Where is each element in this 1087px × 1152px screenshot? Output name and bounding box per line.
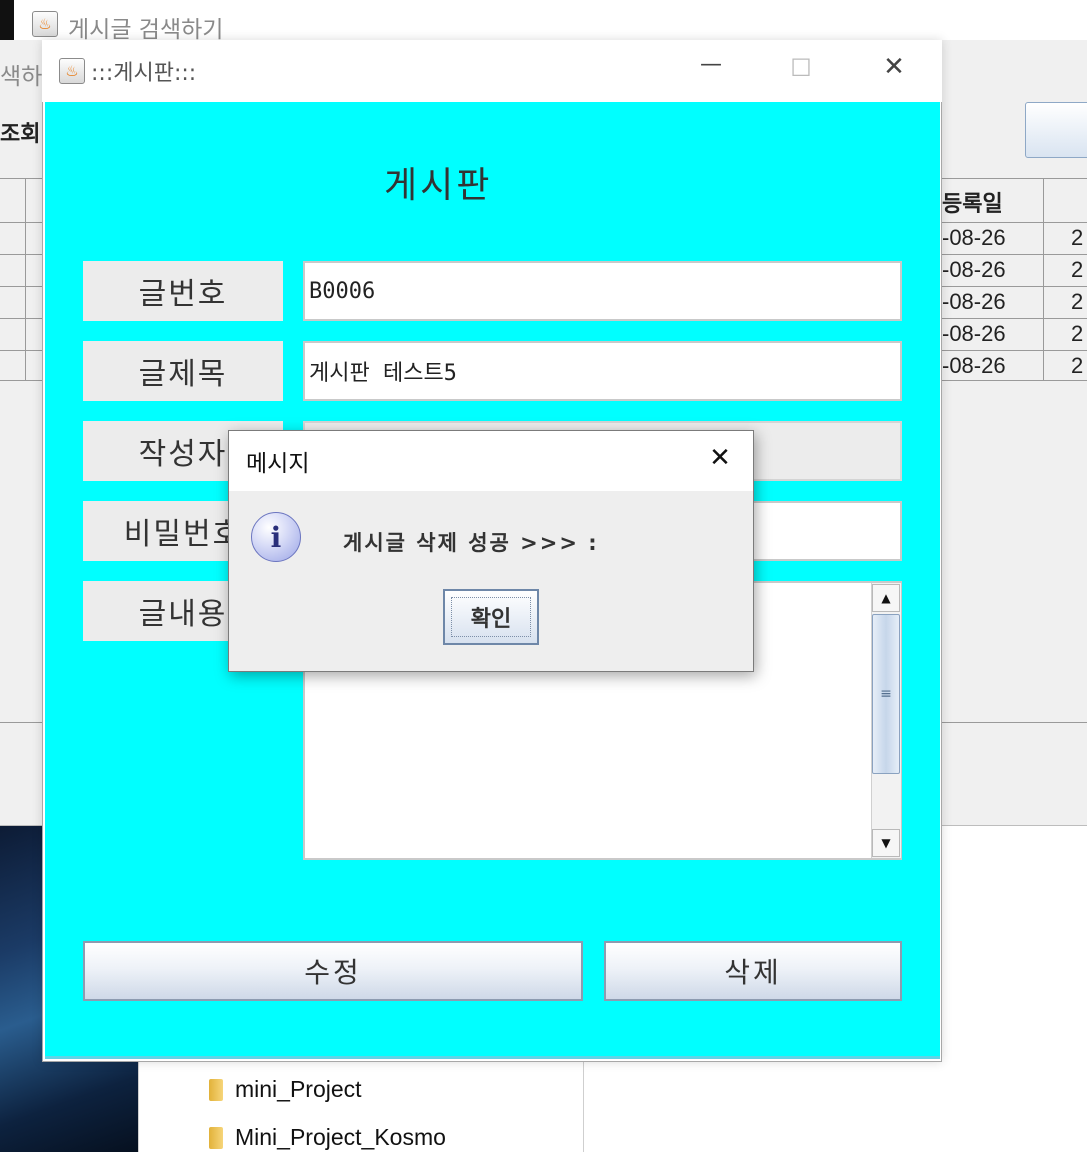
back-window-title: 게시글 검색하기	[68, 17, 224, 43]
label-post-title: 글제목	[83, 341, 283, 401]
background-edge	[0, 0, 14, 40]
table-cell: 2	[1071, 321, 1084, 346]
table-cell: 2	[1071, 289, 1084, 314]
folder-label: Mini_Project_Kosmo	[235, 1124, 446, 1150]
table-cell-date: -08-26	[942, 353, 1006, 378]
folder-icon	[209, 1078, 223, 1101]
table-cell: 2	[1071, 353, 1084, 378]
minimize-icon[interactable]: —	[698, 52, 724, 77]
back-toolbar-label: 조회	[0, 121, 41, 146]
maximize-icon[interactable]: ☐	[789, 54, 813, 82]
dialog-close-icon[interactable]: ✕	[704, 443, 736, 473]
post-title-field[interactable]: 게시판 테스트5	[303, 341, 902, 401]
back-search-button[interactable]	[1025, 102, 1087, 158]
content-border	[45, 1056, 940, 1059]
scroll-up-icon[interactable]: ▲	[872, 584, 900, 612]
folder-label: mini_Project	[235, 1076, 362, 1102]
table-cell-date: -08-26	[942, 289, 1006, 314]
ok-button-label: 확인	[451, 597, 531, 637]
back-window-title-partial: 색하	[0, 64, 43, 90]
table-cell: 2	[1071, 225, 1084, 250]
board-heading: 게시판	[384, 165, 493, 206]
table-header-date: 등록일	[942, 191, 1003, 216]
post-number-field[interactable]: B0006	[303, 261, 902, 321]
java-app-icon: ♨	[59, 58, 85, 84]
dialog-titlebar[interactable]: 메시지	[229, 431, 753, 491]
close-icon[interactable]: ✕	[879, 52, 909, 82]
back-window-java-icon: ♨	[32, 11, 58, 37]
file-explorer-panel: mini_Project Mini_Project_Kosmo	[138, 1060, 584, 1152]
dialog-title: 메시지	[246, 451, 310, 477]
scroll-down-icon[interactable]: ▼	[872, 829, 900, 857]
label-post-number: 글번호	[83, 261, 283, 321]
table-grid-line	[1043, 178, 1044, 380]
table-cell-date: -08-26	[942, 321, 1006, 346]
scroll-thumb[interactable]: ≡	[872, 614, 900, 774]
window-title: :::게시판:::	[91, 61, 197, 86]
table-cell-date: -08-26	[942, 225, 1006, 250]
dialog-message: 게시글 삭제 성공 >>> :	[343, 531, 599, 555]
folder-item[interactable]: Mini_Project_Kosmo	[209, 1124, 446, 1151]
table-grid-line	[25, 178, 26, 380]
table-cell: 2	[1071, 257, 1084, 282]
folder-icon	[209, 1126, 223, 1149]
ok-button[interactable]: 확인	[443, 589, 539, 645]
table-cell-date: -08-26	[942, 257, 1006, 282]
delete-button[interactable]: 삭제	[604, 941, 902, 1001]
info-icon: i	[251, 512, 301, 562]
edit-button[interactable]: 수정	[83, 941, 583, 1001]
folder-item[interactable]: mini_Project	[209, 1076, 362, 1103]
